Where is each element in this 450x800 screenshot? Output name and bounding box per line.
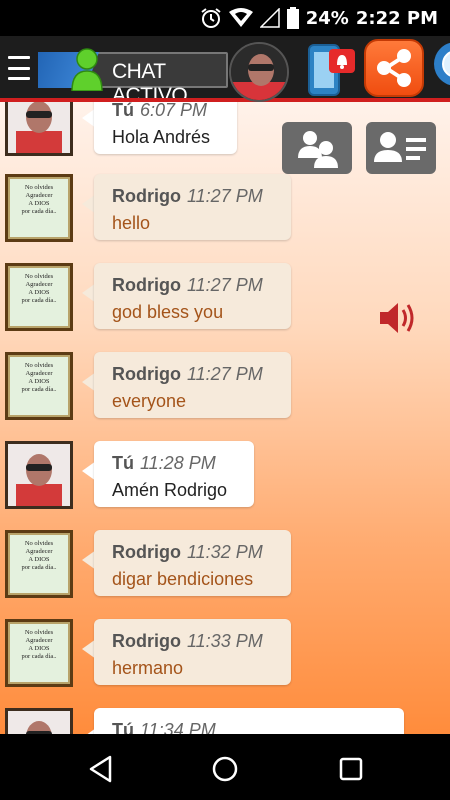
message-time: 11:32 PM [187,542,263,562]
avatar-note: No olvides Agradecer A DIOS por cada día.. [8,533,70,595]
message-bubble[interactable]: Tú 11:28 PM Amén Rodrigo [94,441,254,507]
profile-avatar[interactable] [229,42,289,102]
message-time: 11:28 PM [140,453,216,473]
wifi-icon [228,8,253,27]
users-group-button[interactable] [282,122,352,174]
notification-icon[interactable] [305,41,357,97]
message-time: 11:27 PM [187,186,263,206]
status-bar: 24% 2:22 PM [0,0,450,36]
avatar-note: No olvides Agradecer A DIOS por cada día.. [8,355,70,417]
avatar-note: No olvides Agradecer A DIOS por cada día.. [8,266,70,328]
message-bubble[interactable]: Rodrigo 11:27 PM everyone [94,352,291,418]
message-row: No olvides Agradecer A DIOS por cada día.. … [0,263,450,343]
message-text: everyone [112,391,187,411]
message-row: No olvides Agradecer A DIOS por cada día.. … [0,174,450,254]
battery-icon [286,7,299,29]
back-icon[interactable] [86,754,116,784]
avatar: No olvides Agradecer A DIOS por cada día.. [5,263,73,331]
message-text: Amén Rodrigo [112,480,228,500]
avatar: No olvides Agradecer A DIOS por cada día.. [5,530,73,598]
sender-name: Rodrigo [112,542,181,562]
app-logo: CHAT ACTIVO [38,46,228,107]
recents-icon[interactable] [336,754,366,784]
sender-name: Rodrigo [112,631,181,651]
message-row: No olvides Agradecer A DIOS por cada día.. … [0,352,450,432]
sender-name: Rodrigo [112,364,181,384]
message-time: 11:33 PM [187,631,263,651]
message-row: Tú 11:34 PM [0,708,450,734]
navigation-bar [0,734,450,800]
message-row: No olvides Agradecer A DIOS por cada día.. … [0,619,450,699]
message-bubble[interactable]: Tú 6:07 PM Hola Andrés [94,102,237,154]
person-icon [71,48,103,91]
alarm-icon [201,8,221,28]
battery-percent: 24% [305,7,349,29]
message-time: 11:27 PM [187,275,263,295]
message-bubble[interactable]: Tú 11:34 PM [94,708,404,734]
message-text: hello [112,213,151,233]
home-icon[interactable] [210,754,240,784]
message-row: No olvides Agradecer A DIOS por cada día.. … [0,530,450,610]
avatar: No olvides Agradecer A DIOS por cada día.. [5,352,73,420]
message-bubble[interactable]: Rodrigo 11:27 PM hello [94,174,291,240]
message-row: Tú 11:28 PM Amén Rodrigo [0,441,450,521]
chat-area[interactable]: Tú 6:07 PM Hola Andrés No olvides Agradec [0,102,450,734]
sender-name: Tú [112,720,134,734]
sender-name: Rodrigo [112,186,181,206]
users-group-icon [298,131,338,168]
user-list-button[interactable] [366,122,436,174]
avatar-note: No olvides Agradecer A DIOS por cada día.. [8,622,70,684]
sender-name: Tú [112,453,134,473]
message-bubble[interactable]: Rodrigo 11:33 PM hermano [94,619,291,685]
signal-icon [259,8,280,28]
share-button[interactable] [364,39,424,97]
message-text: god bless you [112,302,224,322]
avatar: No olvides Agradecer A DIOS por cada día.. [5,174,73,242]
message-text: hermano [112,658,184,678]
message-time: 11:34 PM [140,720,216,734]
search-icon[interactable] [430,40,450,96]
user-list-icon [374,132,426,162]
message-text: digar bendiciones [112,569,254,589]
message-time: 11:27 PM [187,364,263,384]
avatar: No olvides Agradecer A DIOS por cada día.. [5,619,73,687]
avatar-note: No olvides Agradecer A DIOS por cada día.. [8,177,70,239]
message-time: 6:07 PM [140,102,208,120]
message-bubble[interactable]: Rodrigo 11:32 PM digar bendiciones [94,530,291,596]
avatar [5,102,73,156]
avatar [5,708,73,734]
message-bubble[interactable]: Rodrigo 11:27 PM god bless you [94,263,291,329]
avatar [5,441,73,509]
hamburger-menu-icon[interactable] [8,56,30,80]
clock: 2:22 PM [355,7,438,29]
message-text: Hola Andrés [112,127,211,147]
sender-name: Rodrigo [112,275,181,295]
sender-name: Tú [112,102,134,120]
share-icon [377,49,411,87]
